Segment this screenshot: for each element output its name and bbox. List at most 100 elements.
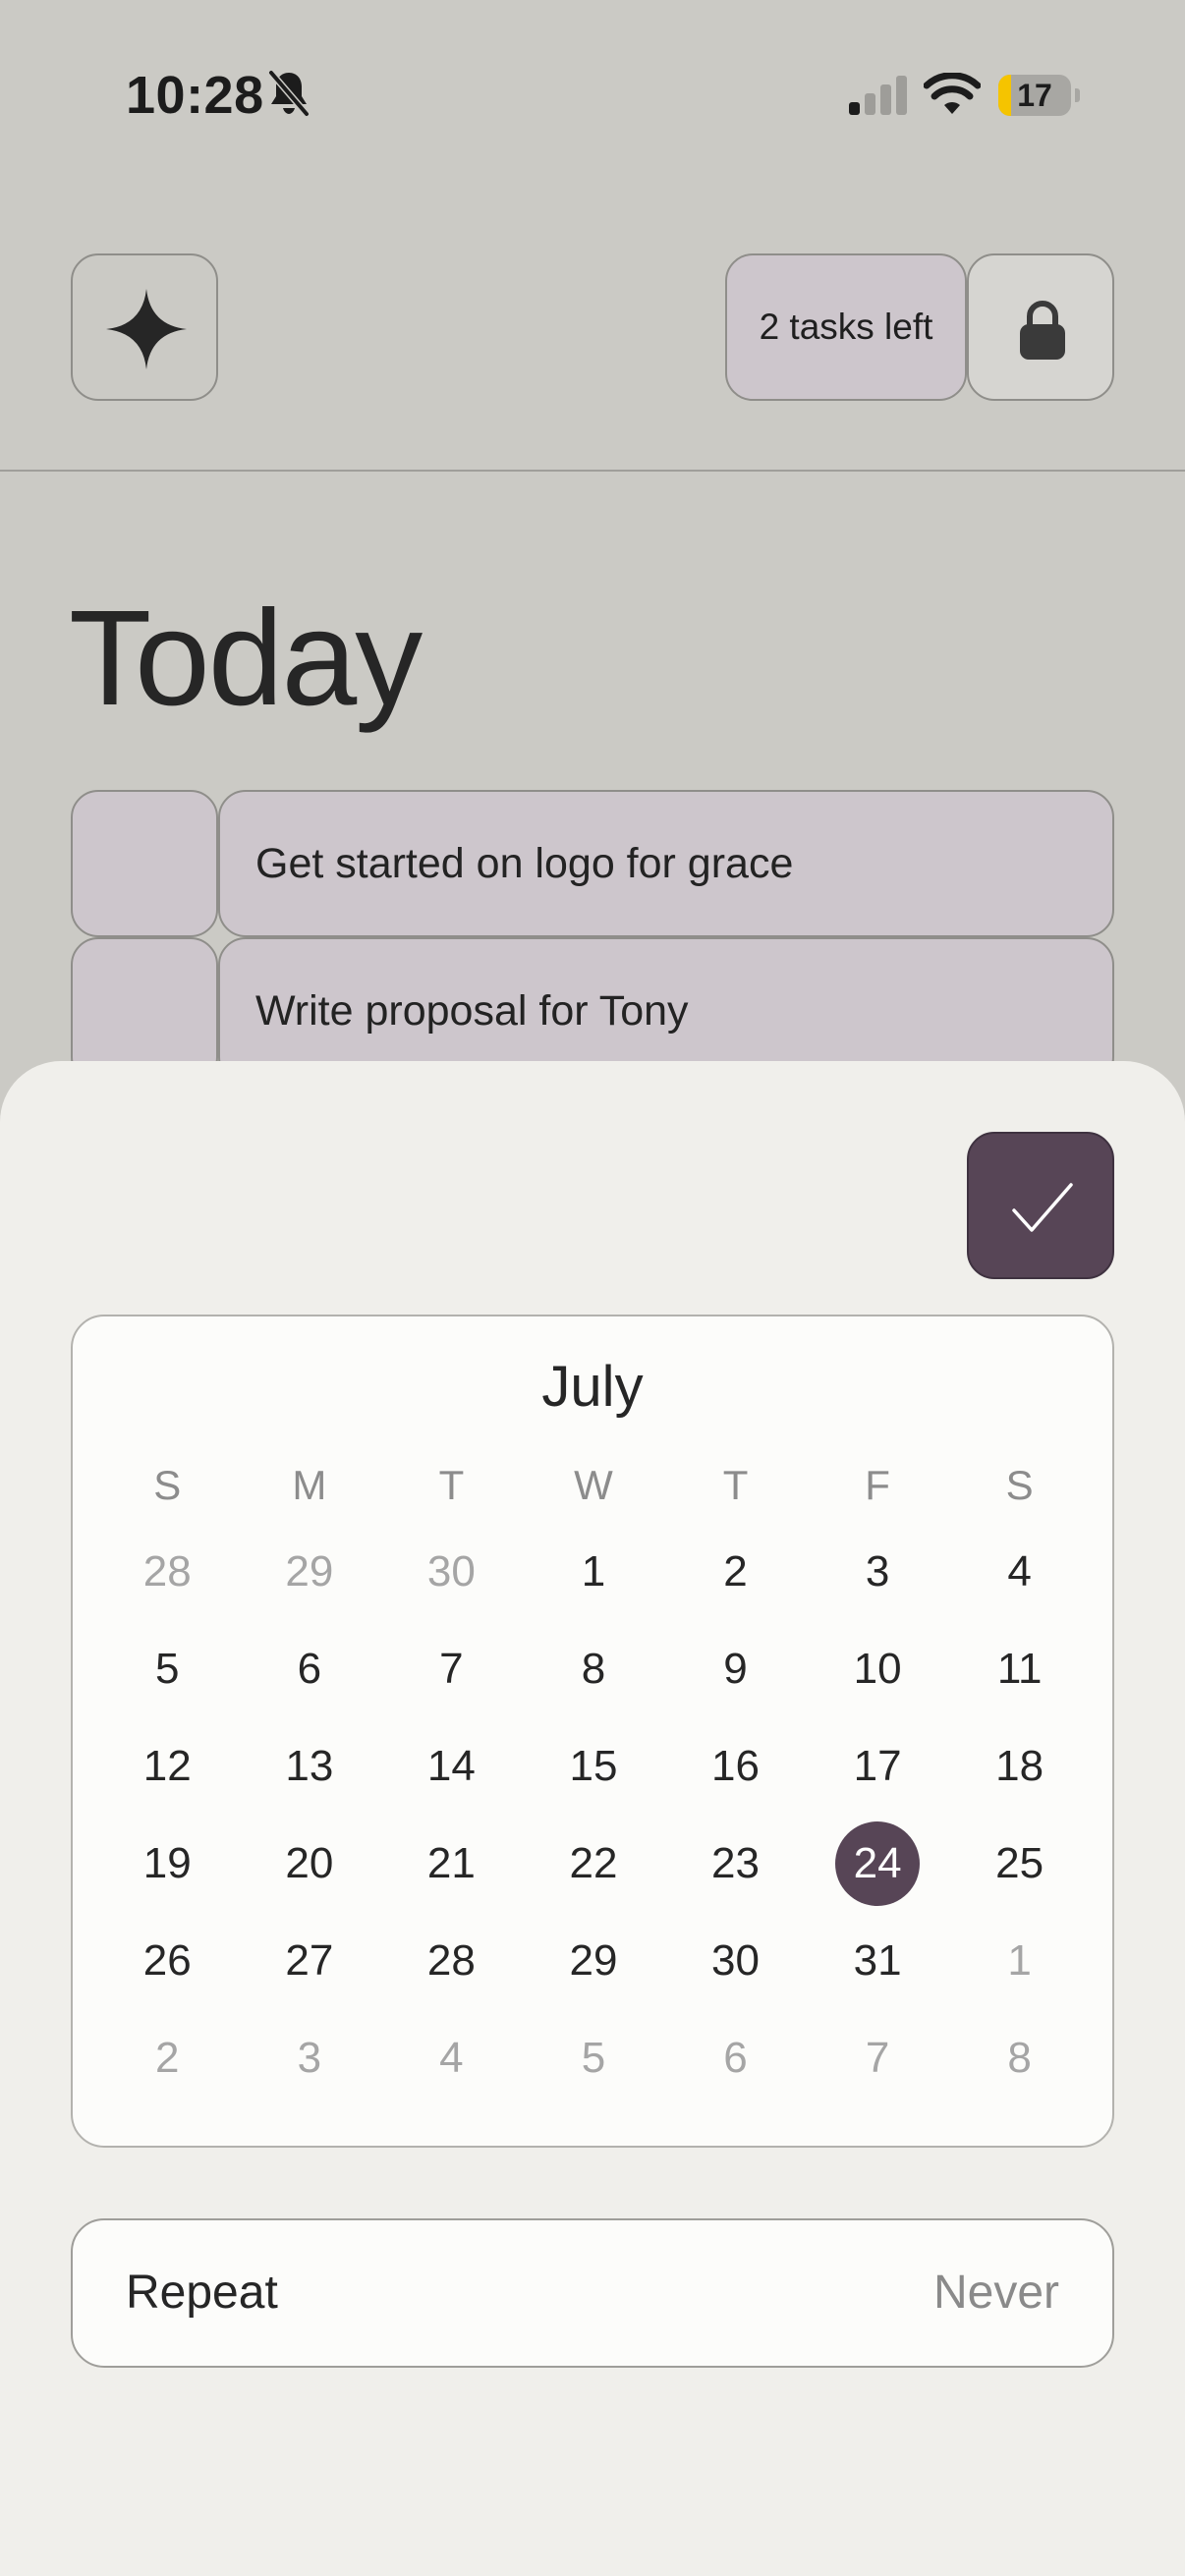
- calendar-day[interactable]: 3: [835, 1530, 920, 1614]
- day-cell: 14: [380, 1717, 523, 1815]
- calendar-day[interactable]: 18: [978, 1724, 1062, 1809]
- calendar-day[interactable]: 4: [978, 1530, 1062, 1614]
- weekday-label: M: [292, 1462, 327, 1508]
- day-cell: 4: [380, 2009, 523, 2106]
- lock-button[interactable]: [967, 253, 1114, 401]
- day-cell: 9: [664, 1620, 807, 1717]
- calendar-day[interactable]: 28: [409, 1919, 493, 2003]
- day-cell: 27: [239, 1912, 381, 2009]
- confirm-button[interactable]: [967, 1132, 1114, 1279]
- calendar-day[interactable]: 28: [125, 1530, 209, 1614]
- calendar-day[interactable]: 19: [125, 1821, 209, 1906]
- day-cell: 29: [239, 1523, 381, 1620]
- day-cell: 22: [523, 1815, 665, 1912]
- day-cell: 3: [807, 1523, 949, 1620]
- calendar-day[interactable]: 6: [694, 2016, 778, 2100]
- day-cell: 1: [523, 1523, 665, 1620]
- day-cell: 2: [96, 2009, 239, 2106]
- day-cell: 6: [239, 1620, 381, 1717]
- day-cell: 25: [948, 1815, 1091, 1912]
- status-bar: 10:28 17: [0, 0, 1185, 196]
- calendar-day[interactable]: 22: [551, 1821, 636, 1906]
- calendar-day[interactable]: 1: [551, 1530, 636, 1614]
- repeat-row[interactable]: Repeat Never: [71, 2218, 1114, 2368]
- day-cell: 4: [948, 1523, 1091, 1620]
- calendar-day[interactable]: 3: [267, 2016, 352, 2100]
- calendar-day[interactable]: 10: [835, 1627, 920, 1711]
- task-checkbox[interactable]: [71, 790, 218, 937]
- sparkle-icon: [106, 289, 187, 369]
- battery-icon: 17: [998, 75, 1081, 116]
- calendar-day[interactable]: 5: [551, 2016, 636, 2100]
- weekday-label: T: [722, 1462, 749, 1508]
- calendar-day[interactable]: 15: [551, 1724, 636, 1809]
- day-cell: 29: [523, 1912, 665, 2009]
- weekday-label: W: [574, 1462, 613, 1508]
- cellular-signal-icon: [849, 76, 907, 115]
- weekday-label: S: [153, 1462, 182, 1508]
- calendar-day[interactable]: 4: [409, 2016, 493, 2100]
- day-cell: 21: [380, 1815, 523, 1912]
- calendar-day[interactable]: 21: [409, 1821, 493, 1906]
- calendar-day[interactable]: 2: [125, 2016, 209, 2100]
- selected-day[interactable]: 24: [835, 1820, 921, 1906]
- calendar-day[interactable]: 30: [694, 1919, 778, 2003]
- day-cell: 19: [96, 1815, 239, 1912]
- day-cell: 17: [807, 1717, 949, 1815]
- calendar-day[interactable]: 31: [835, 1919, 920, 2003]
- day-cell: 3: [239, 2009, 381, 2106]
- calendar-day[interactable]: 29: [267, 1530, 352, 1614]
- week-row: 26 27 28 29 30 31 1: [96, 1912, 1091, 2009]
- page-title: Today: [69, 583, 423, 734]
- day-cell: 2: [664, 1523, 807, 1620]
- weekday-row: SMTWTFS: [96, 1450, 1091, 1521]
- day-cell: 28: [96, 1523, 239, 1620]
- sparkle-button[interactable]: [71, 253, 218, 401]
- day-cell: 8: [948, 2009, 1091, 2106]
- day-cell: 30: [380, 1523, 523, 1620]
- calendar-day[interactable]: 12: [125, 1724, 209, 1809]
- calendar-day[interactable]: 27: [267, 1919, 352, 2003]
- calendar-day[interactable]: 30: [409, 1530, 493, 1614]
- weekday-label: S: [1005, 1462, 1034, 1508]
- calendar-day[interactable]: 29: [551, 1919, 636, 2003]
- day-cell: 15: [523, 1717, 665, 1815]
- day-cell: 20: [239, 1815, 381, 1912]
- lock-icon: [1020, 301, 1065, 360]
- tasks-left-button[interactable]: 2 tasks left: [725, 253, 967, 401]
- calendar-day[interactable]: 8: [551, 1627, 636, 1711]
- calendar-day[interactable]: 7: [409, 1627, 493, 1711]
- calendar-day[interactable]: 26: [125, 1919, 209, 2003]
- weekday-label: T: [438, 1462, 465, 1508]
- calendar-day[interactable]: 6: [267, 1627, 352, 1711]
- day-cell: 23: [664, 1815, 807, 1912]
- day-cell: 24: [807, 1815, 949, 1912]
- calendar-day[interactable]: 11: [978, 1627, 1062, 1711]
- day-cell: 12: [96, 1717, 239, 1815]
- calendar-day[interactable]: 2: [694, 1530, 778, 1614]
- calendar-day[interactable]: 1: [978, 1919, 1062, 2003]
- day-cell: 7: [807, 2009, 949, 2106]
- day-cell: 30: [664, 1912, 807, 2009]
- calendar-day[interactable]: 5: [125, 1627, 209, 1711]
- repeat-label: Repeat: [126, 2267, 278, 2319]
- day-cell: 26: [96, 1912, 239, 2009]
- calendar-day[interactable]: 16: [694, 1724, 778, 1809]
- calendar-day[interactable]: 23: [694, 1821, 778, 1906]
- day-cell: 16: [664, 1717, 807, 1815]
- calendar-day[interactable]: 14: [409, 1724, 493, 1809]
- week-row: 19 20 21 22 23 24 25: [96, 1815, 1091, 1912]
- calendar-day[interactable]: 8: [978, 2016, 1062, 2100]
- calendar-day[interactable]: 13: [267, 1724, 352, 1809]
- calendar-day[interactable]: 20: [267, 1821, 352, 1906]
- calendar-day[interactable]: 17: [835, 1724, 920, 1809]
- battery-level: 17: [1017, 78, 1052, 113]
- weekday-label: F: [865, 1462, 890, 1508]
- calendar-day[interactable]: 9: [694, 1627, 778, 1711]
- task-text[interactable]: Get started on logo for grace: [218, 790, 1114, 937]
- calendar-day[interactable]: 25: [978, 1821, 1062, 1906]
- calendar: July SMTWTFS 28 29 30 1 2 3 4 5 6 7 8 9 10 11 12 13 14 15…: [71, 1315, 1114, 2148]
- day-cell: 5: [96, 1620, 239, 1717]
- calendar-day[interactable]: 7: [835, 2016, 920, 2100]
- day-cell: 11: [948, 1620, 1091, 1717]
